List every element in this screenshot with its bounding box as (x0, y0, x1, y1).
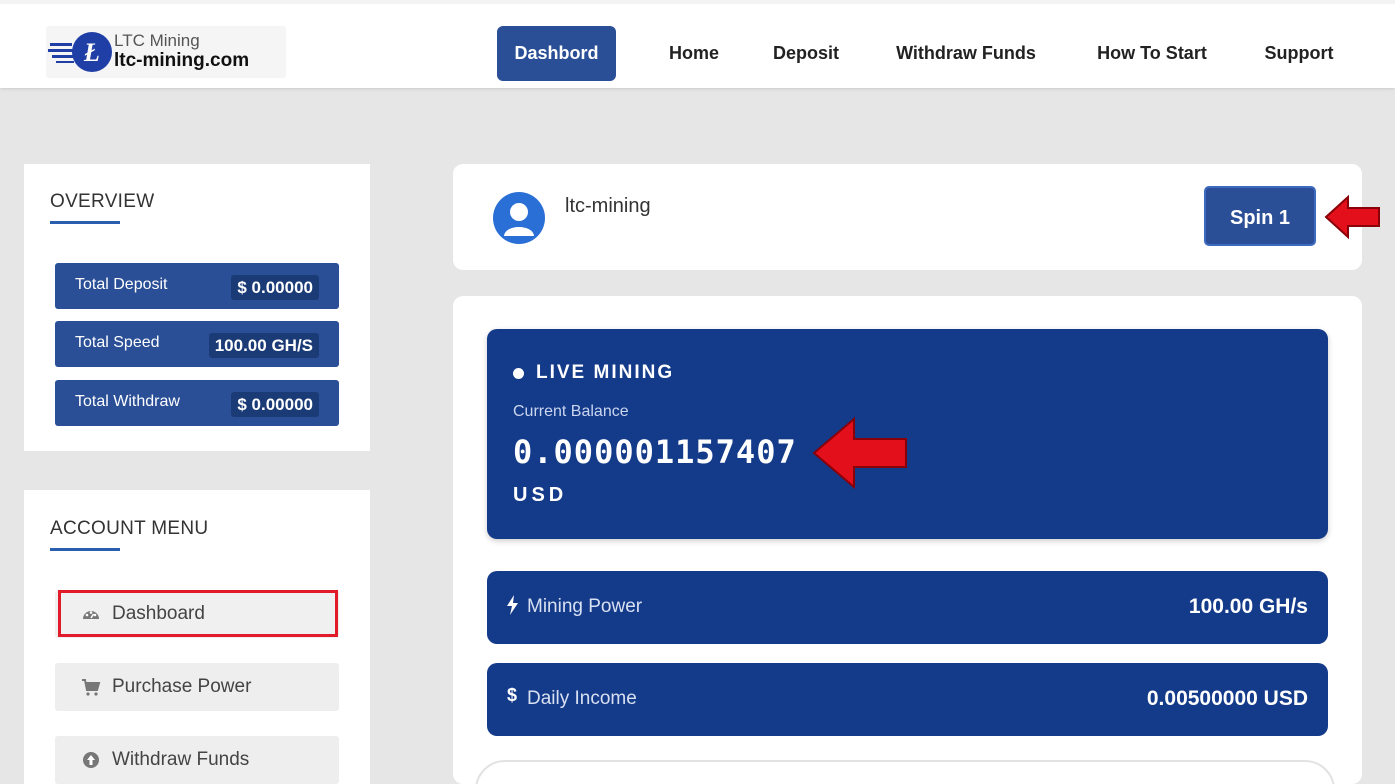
stat-total-speed: Total Speed 100.00 GH/S (55, 321, 339, 367)
daily-income-label: Daily Income (527, 688, 637, 709)
site-logo[interactable]: Ł LTC Mining ltc-mining.com (46, 26, 286, 78)
user-avatar-icon (493, 192, 545, 244)
arrow-up-circle-icon (81, 750, 101, 770)
highlight-box (58, 590, 338, 637)
bolt-icon (507, 595, 519, 620)
stat-label: Total Withdraw (75, 393, 180, 410)
balance-unit: USD (513, 484, 568, 506)
menu-item-label: Withdraw Funds (112, 749, 250, 770)
stat-value: $ 0.00000 (231, 392, 319, 417)
dollar-icon: $ (507, 685, 518, 705)
overview-title: OVERVIEW (50, 191, 155, 212)
red-arrow-annotation-icon (1324, 194, 1380, 240)
cart-icon (81, 677, 101, 697)
nav-dashbord[interactable]: Dashbord (497, 26, 616, 81)
mining-power-row: Mining Power 100.00 GH/s (487, 571, 1328, 644)
partial-card (475, 760, 1335, 784)
stat-total-withdraw: Total Withdraw $ 0.00000 (55, 380, 339, 426)
stat-value: 100.00 GH/S (208, 333, 319, 358)
logo-title-domain: ltc-mining.com (114, 50, 250, 71)
spin-button[interactable]: Spin 1 (1204, 186, 1316, 246)
live-dot-icon (513, 368, 524, 379)
nav-support[interactable]: Support (1250, 26, 1348, 81)
stat-label: Total Speed (75, 334, 160, 351)
stat-label: Total Deposit (75, 276, 168, 293)
logo-title-small: LTC Mining (114, 31, 200, 50)
daily-income-row: $ Daily Income 0.00500000 USD (487, 663, 1328, 736)
stat-total-deposit: Total Deposit $ 0.00000 (55, 263, 339, 309)
red-arrow-annotation-icon (812, 416, 907, 490)
nav-withdraw-funds[interactable]: Withdraw Funds (880, 26, 1052, 81)
menu-item-purchase-power[interactable]: Purchase Power (55, 663, 339, 711)
account-menu-title: ACCOUNT MENU (50, 518, 209, 539)
mining-power-label: Mining Power (527, 596, 643, 617)
litecoin-logo-icon: Ł (46, 26, 114, 78)
nav-deposit[interactable]: Deposit (760, 26, 852, 81)
overview-title-underline (50, 221, 120, 224)
mining-power-value: 100.00 GH/s (1188, 595, 1308, 618)
stat-value: $ 0.00000 (231, 275, 319, 300)
account-menu-title-underline (50, 548, 120, 551)
menu-item-withdraw-funds[interactable]: Withdraw Funds (55, 736, 339, 784)
svg-text:Ł: Ł (83, 38, 100, 67)
live-mining-label: LIVE MINING (536, 362, 675, 383)
nav-how-to-start[interactable]: How To Start (1082, 26, 1222, 81)
daily-income-value: 0.00500000 USD (1146, 687, 1308, 710)
nav-home[interactable]: Home (655, 26, 733, 81)
username: ltc-mining (565, 195, 651, 217)
top-header: Ł LTC Mining ltc-mining.com Dashbord Hom… (0, 0, 1395, 88)
menu-item-label: Purchase Power (112, 676, 252, 697)
current-balance-value: 0.000001157407 (513, 433, 797, 471)
current-balance-label: Current Balance (513, 403, 629, 420)
